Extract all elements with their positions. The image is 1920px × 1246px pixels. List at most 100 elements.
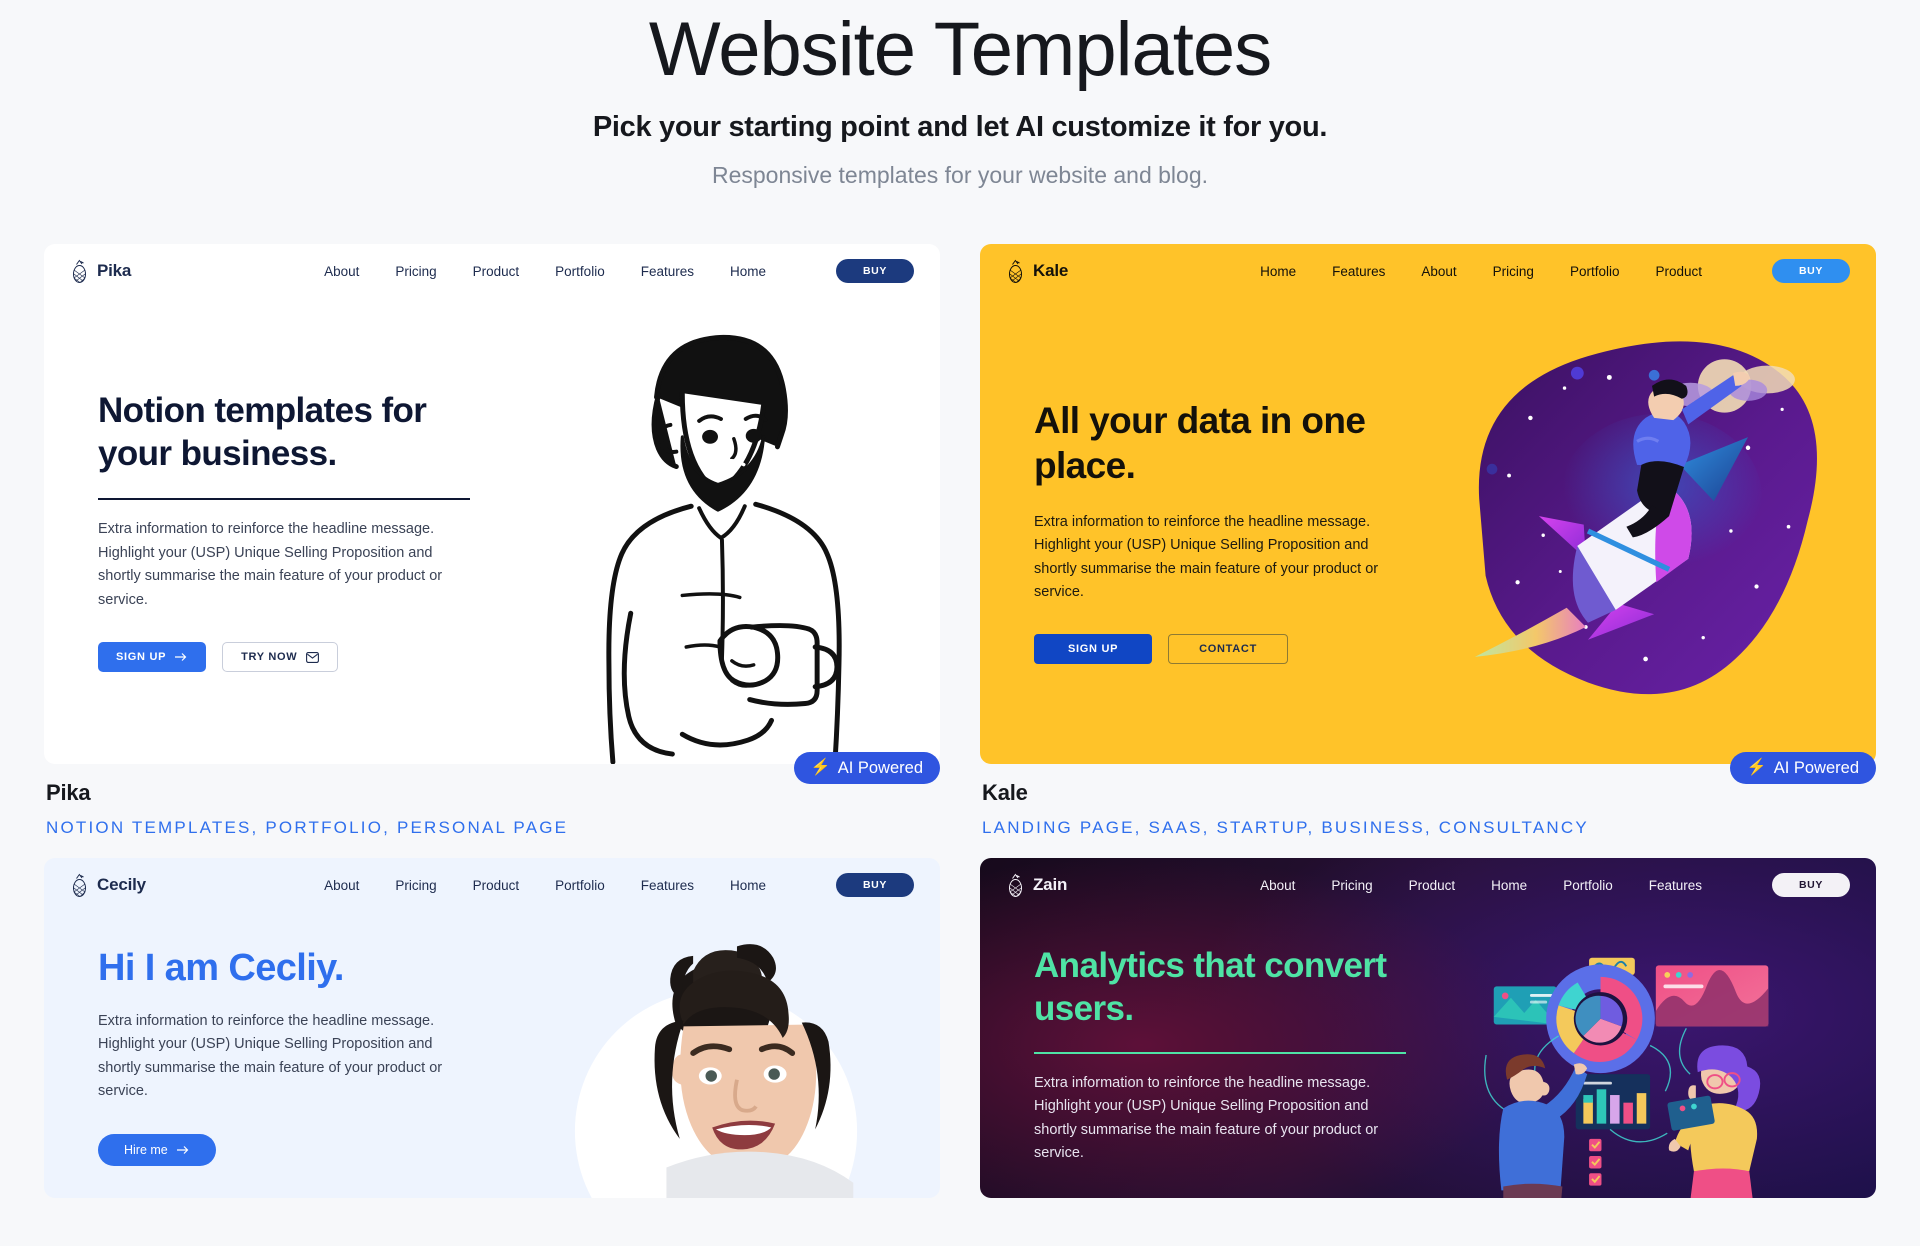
hero-illustration-rocket: [1428, 298, 1876, 764]
hero-buttons: SIGN UP TRY NOW: [98, 642, 492, 673]
template-preview-kale[interactable]: Kale Home Features About Pricing Portfol…: [980, 244, 1876, 765]
nav-item-features[interactable]: Features: [641, 264, 694, 279]
mini-navbar: Kale Home Features About Pricing Portfol…: [980, 244, 1876, 298]
ai-powered-badge: ⚡ AI Powered: [793, 752, 940, 785]
nav-item-portfolio[interactable]: Portfolio: [555, 264, 605, 279]
nav-item-home[interactable]: Home: [730, 264, 766, 279]
card-title: Kale: [982, 780, 1028, 806]
buy-button[interactable]: BUY: [836, 873, 914, 898]
nav-item-about[interactable]: About: [324, 878, 359, 893]
hero-copy: Notion templates for your business. Extr…: [44, 298, 492, 764]
hero-illustration-man-with-mug: [492, 298, 940, 765]
nav-item-home[interactable]: Home: [730, 878, 766, 893]
contact-button[interactable]: CONTACT: [1168, 634, 1288, 665]
nav-item-features[interactable]: Features: [1649, 878, 1702, 893]
hero-copy: Hi I am Cecliy. Extra information to rei…: [44, 912, 492, 1198]
trynow-button-label: TRY NOW: [241, 651, 298, 664]
nav-item-features[interactable]: Features: [1332, 264, 1385, 279]
trynow-button[interactable]: TRY NOW: [222, 642, 339, 673]
buy-button[interactable]: BUY: [1772, 873, 1850, 898]
template-preview-zain[interactable]: Zain About Pricing Product Home Portfoli…: [980, 858, 1876, 1199]
brand-cecily[interactable]: Cecily: [70, 873, 146, 898]
hire-me-button[interactable]: Hire me: [98, 1133, 216, 1166]
template-preview-pika[interactable]: Pika About Pricing Product Portfolio Fea…: [44, 244, 940, 765]
lightning-bolt-icon: ⚡: [1746, 759, 1767, 777]
hero-title: All your data in one place.: [1034, 400, 1366, 487]
brand-name: Cecily: [97, 875, 146, 895]
arrow-right-icon: [176, 1145, 189, 1154]
brand-kale[interactable]: Kale: [1006, 259, 1068, 284]
divider-rule: [1034, 1052, 1406, 1054]
nav-item-pricing[interactable]: Pricing: [395, 264, 436, 279]
signup-button[interactable]: SIGN UP: [98, 642, 207, 673]
hero-body: Extra information to reinforce the headl…: [1034, 513, 1379, 600]
hero-section: All your data in one place. Extra inform…: [980, 298, 1876, 764]
pineapple-logo-icon: [73, 259, 86, 283]
man-with-mug-line-art-icon: [606, 335, 842, 765]
hero-title: Analytics that convert users.: [1034, 945, 1387, 1028]
hero-title: Notion templates for your business.: [98, 391, 427, 474]
ai-powered-label: AI Powered: [1773, 758, 1859, 777]
hero-copy: Analytics that convert users. Extra info…: [980, 912, 1428, 1198]
hire-me-label: Hire me: [124, 1142, 168, 1157]
nav-item-about[interactable]: About: [1421, 264, 1456, 279]
card-caption: Pika NOTION TEMPLATES, PORTFOLIO, PERSON…: [44, 752, 940, 844]
nav-item-about[interactable]: About: [324, 264, 359, 279]
signup-button-label: SIGN UP: [116, 651, 167, 664]
hero-copy: All your data in one place. Extra inform…: [980, 298, 1428, 764]
card-caption: Kale LANDING PAGE, SAAS, STARTUP, BUSINE…: [980, 752, 1876, 844]
hero-body: Extra information to reinforce the headl…: [98, 1012, 443, 1100]
page-subtitle: Pick your starting point and let AI cust…: [592, 111, 1328, 144]
hero-body: Extra information to reinforce the headl…: [98, 521, 443, 608]
template-preview-cecily[interactable]: Cecily About Pricing Product Portfolio F…: [44, 858, 940, 1199]
template-card-cecily[interactable]: Cecily About Pricing Product Portfolio F…: [44, 858, 940, 1199]
hero-body: Extra information to reinforce the headl…: [1034, 1074, 1379, 1162]
nav-item-portfolio[interactable]: Portfolio: [1570, 264, 1620, 279]
card-tags: LANDING PAGE, SAAS, STARTUP, BUSINESS, C…: [982, 818, 1589, 838]
mini-navbar: Cecily About Pricing Product Portfolio F…: [44, 858, 940, 912]
nav-links: About Pricing Product Portfolio Features…: [324, 873, 914, 898]
mini-navbar: Zain About Pricing Product Home Portfoli…: [980, 858, 1876, 912]
nav-item-home[interactable]: Home: [1260, 264, 1296, 279]
buy-button[interactable]: BUY: [836, 259, 914, 284]
nav-item-pricing[interactable]: Pricing: [1331, 878, 1372, 893]
brand-pika[interactable]: Pika: [70, 259, 131, 284]
ai-powered-label: AI Powered: [837, 758, 923, 777]
nav-item-product[interactable]: Product: [1409, 878, 1456, 893]
signup-button[interactable]: SIGN UP: [1034, 634, 1153, 665]
hero-section: Analytics that convert users. Extra info…: [980, 912, 1876, 1199]
nav-item-portfolio[interactable]: Portfolio: [1563, 878, 1613, 893]
card-tags: NOTION TEMPLATES, PORTFOLIO, PERSONAL PA…: [46, 818, 569, 838]
nav-item-features[interactable]: Features: [641, 878, 694, 893]
pineapple-logo-icon: [73, 873, 86, 897]
nav-item-pricing[interactable]: Pricing: [395, 878, 436, 893]
mini-navbar: Pika About Pricing Product Portfolio Fea…: [44, 244, 940, 298]
ai-powered-badge: ⚡ AI Powered: [1729, 752, 1876, 785]
envelope-icon: [306, 651, 320, 663]
woman-portrait-photo-circle-icon: [574, 944, 858, 1199]
template-card-pika[interactable]: Pika About Pricing Product Portfolio Fea…: [44, 244, 940, 844]
page-header: Website Templates Pick your starting poi…: [0, 0, 1920, 189]
nav-item-about[interactable]: About: [1260, 878, 1295, 893]
brand-name: Zain: [1033, 875, 1068, 895]
analytics-dashboard-people-icon: [1484, 958, 1769, 1199]
template-card-kale[interactable]: Kale Home Features About Pricing Portfol…: [980, 244, 1876, 844]
pineapple-logo-icon: [1009, 259, 1022, 283]
nav-item-product[interactable]: Product: [473, 264, 520, 279]
nav-item-product[interactable]: Product: [473, 878, 520, 893]
page-title: Website Templates: [648, 7, 1272, 92]
nav-item-portfolio[interactable]: Portfolio: [555, 878, 605, 893]
nav-links: Home Features About Pricing Portfolio Pr…: [1260, 259, 1850, 284]
nav-item-product[interactable]: Product: [1655, 264, 1702, 279]
nav-item-home[interactable]: Home: [1491, 878, 1527, 893]
buy-button[interactable]: BUY: [1772, 259, 1850, 284]
nav-links: About Pricing Product Portfolio Features…: [324, 259, 914, 284]
hero-section: Notion templates for your business. Extr…: [44, 298, 940, 765]
template-card-zain[interactable]: Zain About Pricing Product Home Portfoli…: [980, 858, 1876, 1199]
nav-item-pricing[interactable]: Pricing: [1493, 264, 1534, 279]
hero-buttons: SIGN UP CONTACT: [1034, 634, 1428, 665]
nav-links: About Pricing Product Home Portfolio Fea…: [1260, 873, 1850, 898]
arrow-right-icon: [175, 653, 187, 662]
template-grid: Pika About Pricing Product Portfolio Fea…: [0, 244, 1920, 1199]
brand-zain[interactable]: Zain: [1006, 873, 1067, 898]
